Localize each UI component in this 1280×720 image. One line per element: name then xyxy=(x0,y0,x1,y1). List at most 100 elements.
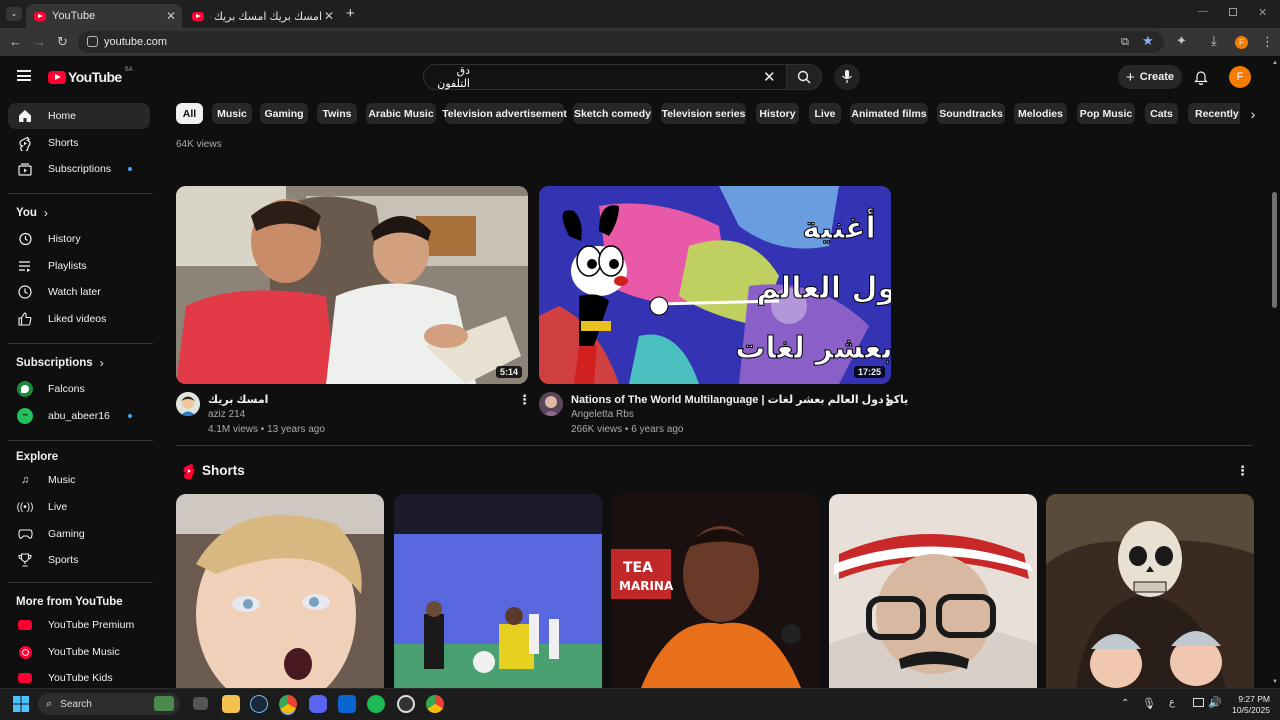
more-actions-icon[interactable]: ⋮ xyxy=(881,393,894,406)
chips-next-arrow-icon[interactable]: › xyxy=(1240,102,1266,126)
short-thumbnail[interactable] xyxy=(1046,494,1254,688)
discord-icon[interactable] xyxy=(309,695,327,713)
minimize-icon[interactable]: — xyxy=(1198,6,1208,17)
create-button[interactable]: + Create xyxy=(1118,65,1182,89)
new-tab-button[interactable]: + xyxy=(346,5,355,22)
scroll-up-arrow-icon[interactable]: ▲ xyxy=(1272,60,1278,66)
app-icon[interactable] xyxy=(397,695,415,713)
sidebar-item-youtube-music[interactable]: YouTube Music xyxy=(8,639,150,665)
address-bar[interactable]: youtube.com xyxy=(78,31,1164,53)
short-thumbnail[interactable]: TEA MARINA xyxy=(611,494,819,688)
chip-television-advertisement[interactable]: Television advertisement xyxy=(442,103,567,124)
sidebar-item-music[interactable]: ♫ Music xyxy=(8,467,150,493)
chrome-profile-icon[interactable] xyxy=(426,695,444,713)
short-thumbnail[interactable] xyxy=(829,494,1037,688)
chip-recently-uploaded[interactable]: Recently up xyxy=(1188,103,1246,124)
sidebar-item-liked-videos[interactable]: Liked videos xyxy=(8,306,150,332)
close-window-icon[interactable]: ✕ xyxy=(1258,6,1267,19)
extensions-icon[interactable]: ✦ xyxy=(1176,34,1187,48)
chip-television-series[interactable]: Television series xyxy=(661,103,746,124)
channel-name[interactable]: Angeletta Rbs xyxy=(571,409,634,420)
sidebar-item-playlists[interactable]: Playlists xyxy=(8,253,150,279)
scrollbar-thumb[interactable] xyxy=(1272,192,1277,308)
sidebar-item-gaming[interactable]: Gaming xyxy=(8,521,150,547)
video-thumbnail[interactable]: 5:14 xyxy=(176,186,528,384)
search-input[interactable]: دق التلفون xyxy=(423,64,787,90)
sidebar-channel-falcons[interactable]: Falcons xyxy=(8,376,150,402)
chip-cats[interactable]: Cats xyxy=(1145,103,1178,124)
browser-menu-icon[interactable]: ⋮ xyxy=(1261,35,1274,49)
sidebar-item-youtube-premium[interactable]: YouTube Premium xyxy=(8,612,150,638)
tab-video[interactable]: امسك بريك امسك بريك - YouTube ✕ xyxy=(184,4,340,28)
more-actions-icon[interactable]: ⋮ xyxy=(518,393,531,406)
steam-icon[interactable] xyxy=(250,695,268,713)
chrome-icon[interactable] xyxy=(279,695,297,713)
you-section-heading[interactable]: You › xyxy=(16,206,48,220)
short-thumbnail[interactable] xyxy=(176,494,384,688)
close-tab-icon[interactable]: ✕ xyxy=(166,9,176,23)
taskbar-search-box[interactable]: ⌕ Search xyxy=(38,693,180,715)
install-app-icon[interactable]: ⧉ xyxy=(1121,35,1129,49)
shorts-more-icon[interactable]: ⋮ xyxy=(1236,464,1249,477)
chip-music[interactable]: Music xyxy=(212,103,252,124)
chip-live[interactable]: Live xyxy=(809,103,841,124)
chip-gaming[interactable]: Gaming xyxy=(260,103,308,124)
forward-icon[interactable]: → xyxy=(33,35,46,49)
tab-youtube[interactable]: YouTube ✕ xyxy=(26,4,182,28)
scroll-down-arrow-icon[interactable]: ▼ xyxy=(1272,679,1278,685)
profile-avatar[interactable]: F xyxy=(1235,36,1248,49)
bookmark-star-icon[interactable]: ★ xyxy=(1142,34,1154,48)
sidebar-channel-abu-abeer16[interactable]: ~ abu_abeer16 xyxy=(8,403,150,429)
task-view-icon[interactable] xyxy=(193,697,208,710)
video-title[interactable]: امسك بريك xyxy=(208,393,268,406)
system-tray-chevron-icon[interactable]: ⌃ xyxy=(1121,698,1129,709)
channel-avatar[interactable] xyxy=(176,392,200,416)
notifications-bell-icon[interactable] xyxy=(1194,70,1208,85)
chip-all[interactable]: All xyxy=(176,103,203,124)
subscriptions-section-heading[interactable]: Subscriptions › xyxy=(16,356,104,370)
hamburger-menu-icon[interactable] xyxy=(17,70,31,81)
sidebar-item-watch-later[interactable]: Watch later xyxy=(8,279,150,305)
input-language[interactable]: ع xyxy=(1169,697,1175,708)
chip-soundtracks[interactable]: Soundtracks xyxy=(937,103,1005,124)
sidebar-item-subscriptions[interactable]: Subscriptions xyxy=(8,156,150,182)
close-tab-icon[interactable]: ✕ xyxy=(324,9,334,23)
volume-icon[interactable]: 🔊 xyxy=(1208,696,1222,709)
outlook-icon[interactable] xyxy=(338,695,356,713)
page-scrollbar[interactable] xyxy=(1270,56,1280,688)
microphone-tray-icon[interactable]: 🎙 xyxy=(1142,697,1156,710)
sidebar-item-live[interactable]: ((•)) Live xyxy=(8,494,150,520)
file-explorer-icon[interactable] xyxy=(222,695,240,713)
sidebar-item-shorts[interactable]: Shorts xyxy=(8,130,150,156)
search-button[interactable] xyxy=(786,64,822,90)
account-avatar[interactable]: F xyxy=(1229,66,1251,88)
site-info-icon[interactable] xyxy=(87,36,98,47)
channel-avatar[interactable] xyxy=(539,392,563,416)
youtube-logo[interactable]: YouTube SA xyxy=(48,67,133,85)
chip-history[interactable]: History xyxy=(756,103,799,124)
chip-animated-films[interactable]: Animated films xyxy=(850,103,928,124)
chip-melodies[interactable]: Melodies xyxy=(1014,103,1067,124)
video-title[interactable]: Nations of The World Multilanguage | ياك… xyxy=(571,393,908,406)
tab-list-button[interactable]: ⌄ xyxy=(6,7,22,21)
downloads-icon[interactable]: ⤓ xyxy=(1211,34,1217,48)
spotify-icon[interactable] xyxy=(367,695,385,713)
windows-start-icon[interactable] xyxy=(13,696,29,712)
chip-sketch-comedy[interactable]: Sketch comedy xyxy=(573,103,652,124)
reload-icon[interactable]: ↻ xyxy=(57,35,68,49)
back-icon[interactable]: ← xyxy=(9,35,22,49)
chip-pop-music[interactable]: Pop Music xyxy=(1077,103,1135,124)
sidebar-item-sports[interactable]: Sports xyxy=(8,547,150,573)
voice-search-button[interactable] xyxy=(834,64,860,90)
clear-search-icon[interactable]: ✕ xyxy=(763,68,776,86)
clock-date[interactable]: 10/5/2025 xyxy=(1222,705,1270,715)
sidebar-item-home[interactable]: Home xyxy=(8,103,150,129)
chip-arabic-music[interactable]: Arabic Music xyxy=(366,103,436,124)
clock-time[interactable]: 9:27 PM xyxy=(1230,694,1270,704)
short-thumbnail[interactable] xyxy=(394,494,602,688)
sidebar-item-history[interactable]: History xyxy=(8,226,150,252)
network-icon[interactable] xyxy=(1193,698,1204,707)
video-thumbnail[interactable]: أغنية دول العالم بعشر لغات 17:25 xyxy=(539,186,891,384)
restore-icon[interactable] xyxy=(1229,8,1237,16)
chip-twins[interactable]: Twins xyxy=(317,103,357,124)
